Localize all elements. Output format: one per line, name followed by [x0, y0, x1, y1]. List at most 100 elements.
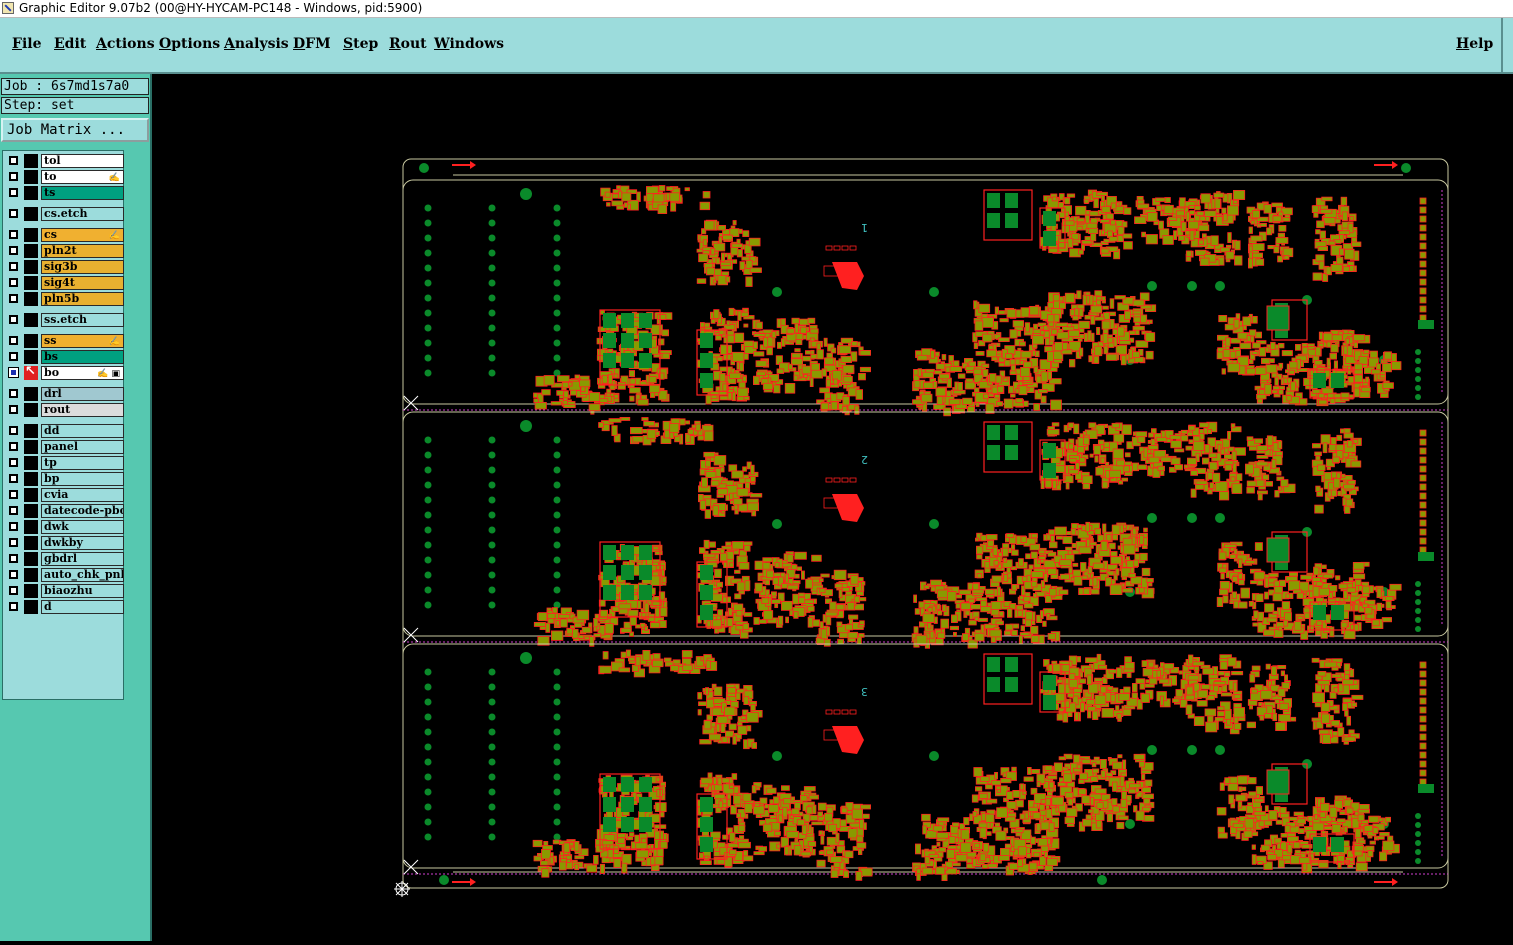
layer-checkbox[interactable] [9, 188, 18, 197]
layer-row-to[interactable]: to✍ [6, 170, 124, 185]
layer-row-pln5b[interactable]: pln5b [6, 292, 124, 307]
layer-name[interactable]: gbdrl [41, 552, 124, 566]
layer-color-swatch[interactable] [24, 186, 38, 200]
layer-name[interactable]: datecode-pbo [41, 504, 124, 518]
layer-name[interactable]: d [41, 600, 124, 614]
layer-checkbox[interactable] [9, 442, 18, 451]
menu-step[interactable]: Step [343, 36, 378, 52]
layer-checkbox[interactable] [9, 294, 18, 303]
layer-color-swatch[interactable] [24, 600, 38, 614]
layer-checkbox[interactable] [9, 405, 18, 414]
menu-rout[interactable]: Rout [389, 36, 427, 52]
layer-name[interactable]: panel [41, 440, 124, 454]
layer-color-swatch[interactable] [24, 568, 38, 582]
layer-row-cvia[interactable]: cvia [6, 488, 124, 503]
layer-row-tol[interactable]: tol [6, 154, 124, 169]
layer-checkbox[interactable] [9, 315, 18, 324]
layer-row-sig3b[interactable]: sig3b [6, 260, 124, 275]
pcb-board-view[interactable]: 123 [152, 74, 1513, 941]
layer-name[interactable]: bo✍ ▣ [41, 366, 124, 380]
layer-checkbox[interactable] [9, 522, 18, 531]
layer-color-swatch[interactable] [24, 552, 38, 566]
layer-checkbox[interactable] [9, 230, 18, 239]
layer-row-biaozhu[interactable]: biaozhu [6, 584, 124, 599]
layer-checkbox[interactable] [9, 458, 18, 467]
layer-color-swatch[interactable] [24, 350, 38, 364]
layer-color-swatch[interactable] [24, 536, 38, 550]
layer-color-swatch[interactable] [24, 228, 38, 242]
layer-name[interactable]: ts [41, 186, 124, 200]
layer-checkbox[interactable] [9, 570, 18, 579]
menu-options[interactable]: Options [159, 36, 220, 52]
layer-row-bs[interactable]: bs [6, 350, 124, 365]
layer-name[interactable]: cs.etch [41, 207, 124, 221]
layer-row-dwk[interactable]: dwk [6, 520, 124, 535]
layer-color-swatch[interactable] [24, 403, 38, 417]
layer-color-swatch[interactable] [24, 456, 38, 470]
layer-color-swatch[interactable] [24, 520, 38, 534]
layer-row-auto_chk_pnl[interactable]: auto_chk_pnl [6, 568, 124, 583]
layer-color-swatch[interactable] [24, 276, 38, 290]
layer-row-bp[interactable]: bp [6, 472, 124, 487]
layer-checkbox[interactable] [9, 172, 18, 181]
layer-color-swatch[interactable] [24, 584, 38, 598]
layer-row-pln2t[interactable]: pln2t [6, 244, 124, 259]
layer-name[interactable]: drl [41, 387, 124, 401]
layer-checkbox[interactable] [9, 336, 18, 345]
layer-name[interactable]: ss.etch [41, 313, 124, 327]
layer-color-swatch[interactable] [24, 154, 38, 168]
layer-color-swatch[interactable] [24, 472, 38, 486]
layer-row-rout[interactable]: rout [6, 403, 124, 418]
layer-color-swatch[interactable] [24, 207, 38, 221]
menu-analysis[interactable]: Analysis [224, 36, 289, 52]
menu-actions[interactable]: Actions [96, 36, 155, 52]
layer-row-cs.etch[interactable]: cs.etch [6, 207, 124, 222]
layer-row-dd[interactable]: dd [6, 424, 124, 439]
layer-row-tp[interactable]: tp [6, 456, 124, 471]
layer-checkbox[interactable] [9, 278, 18, 287]
layer-checkbox[interactable] [9, 246, 18, 255]
layer-color-swatch[interactable] [24, 170, 38, 184]
layer-name[interactable]: biaozhu [41, 584, 124, 598]
layer-checkbox[interactable] [9, 602, 18, 611]
menu-file[interactable]: File [12, 36, 42, 52]
layer-row-ss.etch[interactable]: ss.etch [6, 313, 124, 328]
layer-name[interactable]: pln5b [41, 292, 124, 306]
menu-edit[interactable]: Edit [54, 36, 86, 52]
layer-checkbox[interactable] [9, 156, 18, 165]
layer-name[interactable]: cvia [41, 488, 124, 502]
menu-windows[interactable]: Windows [434, 36, 504, 52]
layer-row-datecode-pbo[interactable]: datecode-pbo [6, 504, 124, 519]
graphic-canvas[interactable]: 123 [152, 74, 1513, 941]
layer-checkbox[interactable] [9, 368, 18, 377]
layer-color-swatch[interactable] [24, 260, 38, 274]
layer-row-ss[interactable]: ss✍ [6, 334, 124, 349]
layer-name[interactable]: bs [41, 350, 124, 364]
layer-checkbox[interactable] [9, 352, 18, 361]
layer-name[interactable]: bp [41, 472, 124, 486]
menu-dfm[interactable]: DFM [293, 36, 331, 52]
layer-name[interactable]: tol [41, 154, 124, 168]
layer-row-cs[interactable]: cs✍ [6, 228, 124, 243]
layer-color-swatch[interactable] [24, 292, 38, 306]
layer-checkbox[interactable] [9, 426, 18, 435]
layer-name[interactable]: cs✍ [41, 228, 124, 242]
layer-color-swatch[interactable] [24, 387, 38, 401]
layer-name[interactable]: to✍ [41, 170, 124, 184]
job-matrix-button[interactable]: Job Matrix ... [1, 118, 149, 142]
layer-color-swatch[interactable] [24, 504, 38, 518]
layer-checkbox[interactable] [9, 490, 18, 499]
layer-color-swatch[interactable] [24, 313, 38, 327]
layer-checkbox[interactable] [9, 474, 18, 483]
layer-color-swatch[interactable] [24, 488, 38, 502]
layer-name[interactable]: tp [41, 456, 124, 470]
layer-name[interactable]: dwk [41, 520, 124, 534]
layer-name[interactable]: sig3b [41, 260, 124, 274]
layer-row-bo[interactable]: bo✍ ▣ [6, 366, 124, 381]
layer-name[interactable]: rout [41, 403, 124, 417]
layer-checkbox[interactable] [9, 586, 18, 595]
layer-row-ts[interactable]: ts [6, 186, 124, 201]
layer-color-swatch[interactable] [24, 334, 38, 348]
layer-color-swatch[interactable] [24, 244, 38, 258]
layer-row-d[interactable]: d [6, 600, 124, 615]
